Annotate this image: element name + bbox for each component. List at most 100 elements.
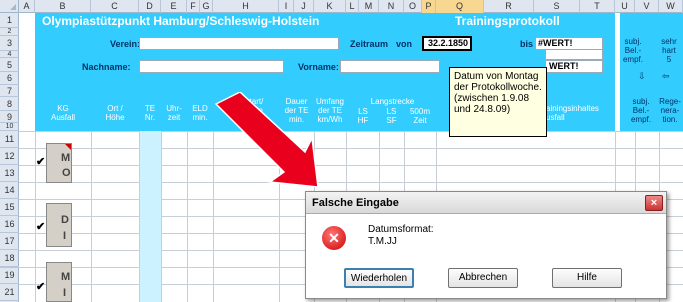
row-header-8[interactable]: 8 <box>0 97 19 111</box>
col-header-d[interactable]: D <box>139 0 161 13</box>
nachname-label: Nachname: <box>82 62 131 72</box>
row-header-9[interactable]: 9 <box>0 111 19 123</box>
row-header-3[interactable]: 3 <box>0 36 19 51</box>
col-header-t[interactable]: T <box>580 0 615 13</box>
colhead-langstrecke: Langstrecke <box>370 97 415 106</box>
close-icon[interactable]: × <box>645 195 663 211</box>
row-header-17[interactable]: 17 <box>0 233 19 250</box>
wert-field-2[interactable]: WERT! <box>545 60 603 73</box>
day-label-6: I <box>63 287 67 299</box>
te-column-fill <box>140 131 161 302</box>
verein-field[interactable] <box>139 37 339 50</box>
verein-label: Verein: <box>110 39 141 49</box>
day-label-2: O <box>62 167 71 179</box>
col-header-u[interactable]: U <box>615 0 635 13</box>
row-header-21[interactable]: 21 <box>0 284 19 301</box>
col-header-q[interactable]: Q <box>436 0 484 13</box>
col-header-v[interactable]: V <box>635 0 659 13</box>
von-date-field[interactable]: 32.2.1850 <box>422 36 472 51</box>
col-header-a[interactable]: A <box>19 0 35 13</box>
vorname-label: Vorname: <box>298 62 339 72</box>
error-dialog: Falsche Eingabe × ✕ Datumsformat: T.M.JJ… <box>305 191 667 299</box>
col-header-s[interactable]: S <box>534 0 580 13</box>
col-header-b[interactable]: B <box>35 0 91 13</box>
dialog-body: ✕ Datumsformat: T.M.JJ Wiederholen Abbre… <box>306 214 666 298</box>
day-label-1: M <box>61 152 71 164</box>
row-header-11[interactable]: 11 <box>0 131 19 148</box>
red-arrow-icon <box>214 92 319 188</box>
cancel-button[interactable]: Abbrechen <box>448 268 518 288</box>
col-header-m[interactable]: M <box>359 0 379 13</box>
col-header-n[interactable]: N <box>379 0 404 13</box>
arrow-down-icon: ⇩ <box>638 71 646 81</box>
blank-field-bis2[interactable] <box>545 49 603 60</box>
colhead-uhr: Uhr-zeit <box>166 104 182 122</box>
row-header-7[interactable]: 7 <box>0 85 19 97</box>
title-left: Olympiastützpunkt Hamburg/Schleswig-Hols… <box>42 14 320 28</box>
col-header-j[interactable]: J <box>294 0 314 13</box>
colhead-500m: 500m Zeit <box>409 107 430 125</box>
von-label: von <box>396 39 413 49</box>
row-header-19[interactable]: 19 <box>0 267 19 284</box>
day-block-mo[interactable]: M O <box>46 143 72 183</box>
checkbox-mo-icon[interactable]: ✔ <box>36 155 45 168</box>
dialog-message-line1: Datumsformat: <box>368 224 434 235</box>
colhead-ls-sf: LS SF <box>386 107 397 125</box>
nachname-field[interactable] <box>139 60 284 73</box>
checkbox-di-icon[interactable]: ✔ <box>36 220 45 233</box>
row-header-4[interactable]: 4 <box>0 51 19 58</box>
colhead-ls-hf: LS HF <box>357 107 369 125</box>
colhead-kg: KG Ausfall <box>50 104 75 122</box>
col-header-k[interactable]: K <box>314 0 346 13</box>
row-header-15[interactable]: 15 <box>0 199 19 216</box>
vorname-field[interactable] <box>340 60 440 73</box>
zeitraum-label: Zeitraum <box>350 39 389 49</box>
col-header-r[interactable]: R <box>484 0 534 13</box>
col-header-o[interactable]: O <box>404 0 422 13</box>
col-header-p[interactable]: P <box>422 0 436 13</box>
row-header-6[interactable]: 6 <box>0 72 19 85</box>
dialog-message-line2: T.M.JJ <box>368 236 397 247</box>
day-block-di[interactable]: D I <box>46 203 72 247</box>
day-label-5: M <box>61 271 71 283</box>
col-header-f[interactable]: F <box>187 0 200 13</box>
column-header-bar: A B C D E F G H I J K L M N O P Q R S T … <box>0 0 683 13</box>
bis-label: bis <box>520 39 534 49</box>
row-header-12[interactable]: 12 <box>0 148 19 165</box>
row-header-14[interactable]: 14 <box>0 182 19 199</box>
subj-top: subj. Bel.- empf. <box>622 37 643 64</box>
row-header-bar: 1 2 3 4 5 6 7 8 9 10 11 12 13 14 15 16 1… <box>0 13 19 302</box>
col-header-e[interactable]: E <box>161 0 187 13</box>
row-header-16[interactable]: 16 <box>0 216 19 233</box>
col-header-i[interactable]: I <box>279 0 294 13</box>
row-header-5[interactable]: 5 <box>0 58 19 72</box>
row-header-13[interactable]: 13 <box>0 165 19 182</box>
col-header-w[interactable]: W <box>659 0 683 13</box>
retry-button[interactable]: Wiederholen <box>344 268 414 288</box>
col-header-c[interactable]: C <box>91 0 139 13</box>
col-header-g[interactable]: G <box>200 0 213 13</box>
help-button[interactable]: Hilfe <box>552 268 622 288</box>
checkbox-mi-icon[interactable]: ✔ <box>36 280 45 293</box>
sehr-hart-top: sehr hart 5 <box>661 37 677 64</box>
colhead-eld: ELD min. <box>192 104 208 122</box>
col-header-h[interactable]: H <box>213 0 279 13</box>
row-header-1[interactable]: 1 <box>0 13 19 28</box>
dialog-title: Falsche Eingabe <box>306 192 666 214</box>
colhead-inhalt: ainingsinhaltes usfall <box>546 104 599 122</box>
day-label-4: I <box>63 230 67 242</box>
row-header-10[interactable]: 10 <box>0 123 19 131</box>
day-label-3: D <box>61 214 69 226</box>
comment-indicator-icon <box>65 144 71 150</box>
select-all-corner[interactable] <box>0 0 19 13</box>
row-header-2[interactable]: 2 <box>0 28 19 36</box>
error-icon: ✕ <box>322 226 346 250</box>
colhead-te: TE Nr. <box>144 104 156 122</box>
day-block-mi[interactable]: M I <box>46 262 72 302</box>
title-right: Trainingsprotokoll <box>455 14 560 28</box>
col-header-l[interactable]: L <box>346 0 359 13</box>
arrow-left-icon: ⇦ <box>662 71 670 81</box>
colhead-ort: Ort / Höhe <box>105 104 125 122</box>
colhead-rege: Rege-nera-tion. <box>659 97 681 124</box>
row-header-18[interactable]: 18 <box>0 250 19 267</box>
